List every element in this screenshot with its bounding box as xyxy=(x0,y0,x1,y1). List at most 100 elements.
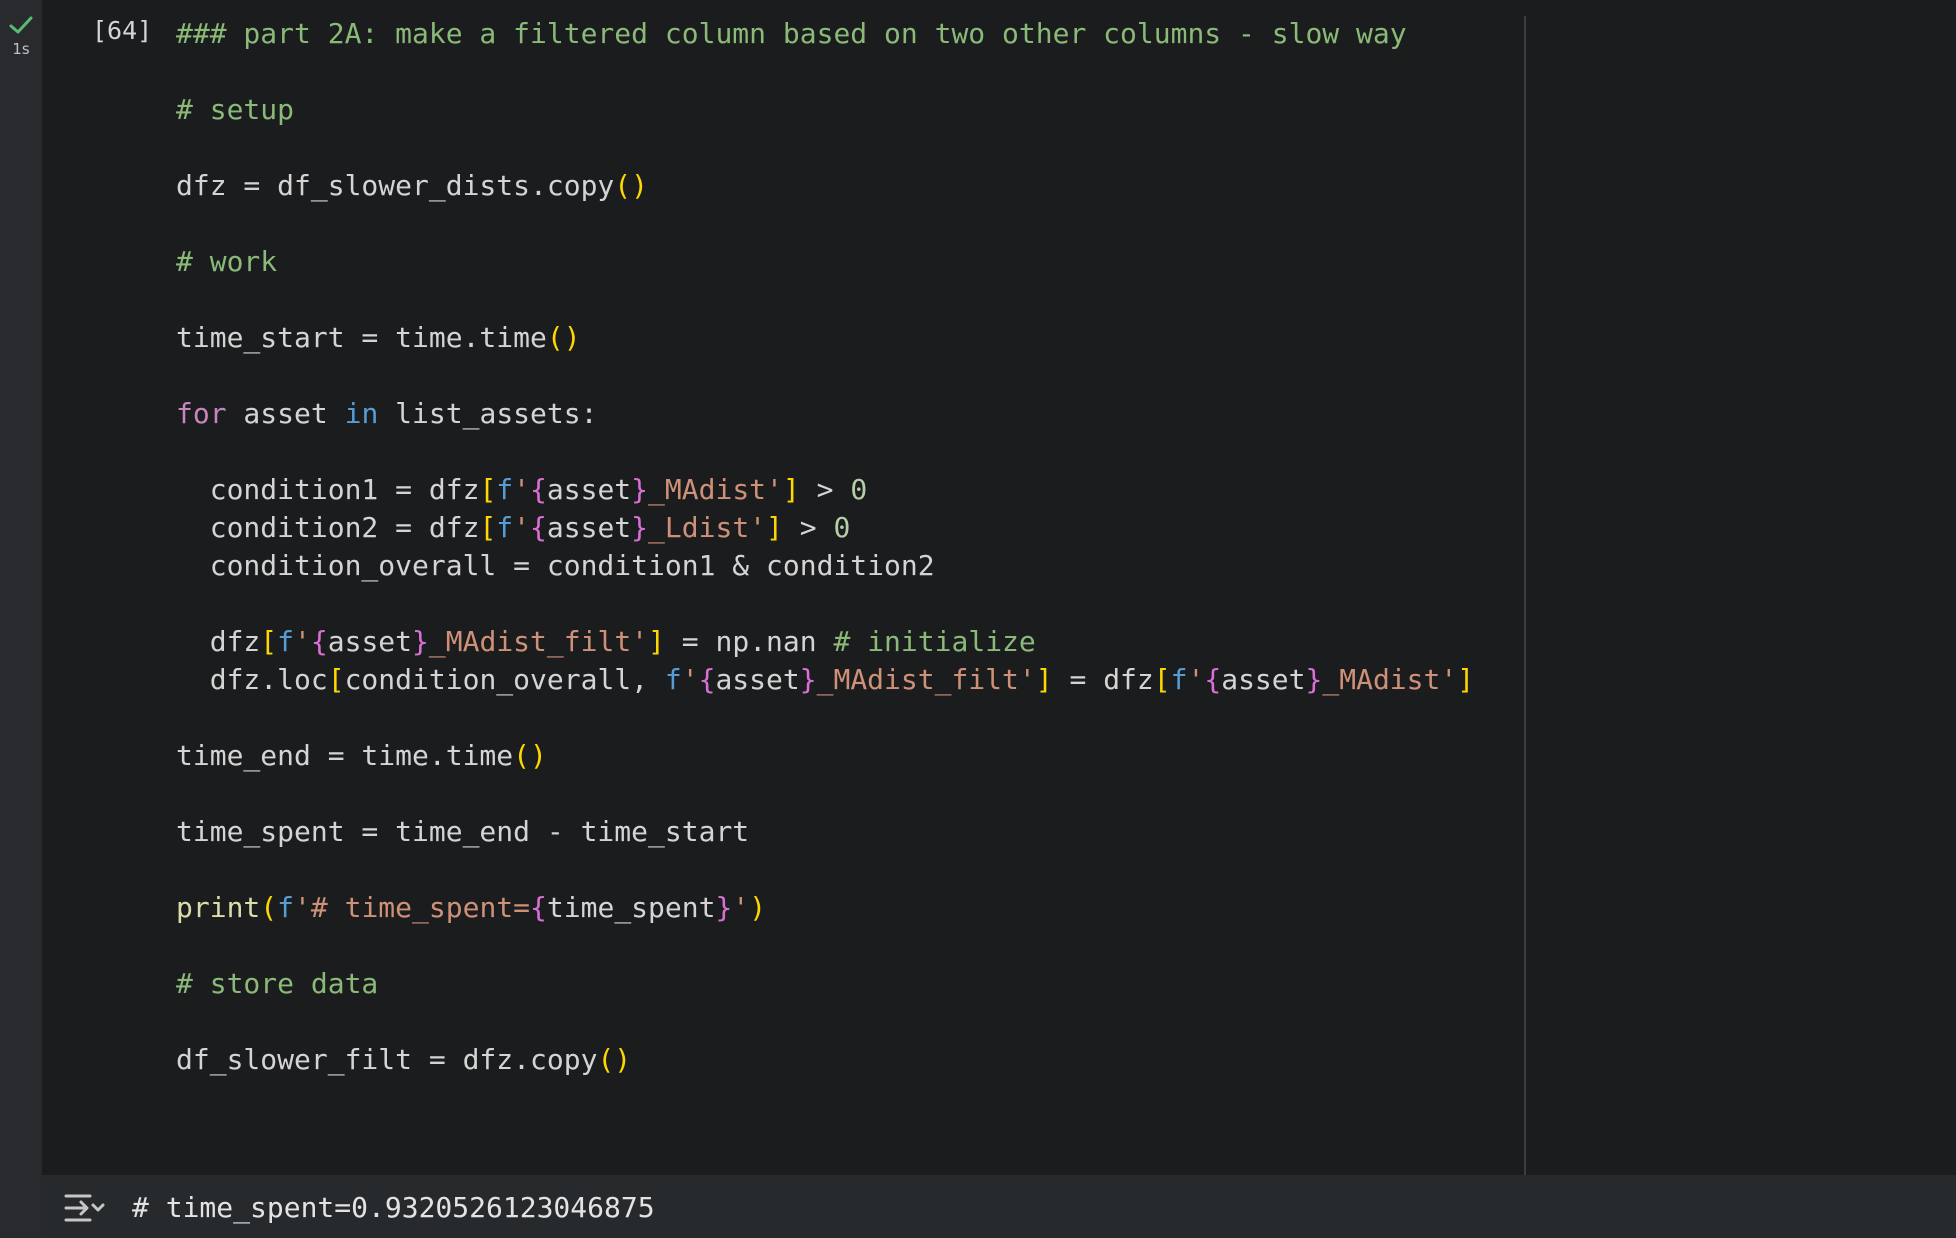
code-token: } xyxy=(412,625,429,658)
code-token: in xyxy=(344,397,379,430)
code-line[interactable]: df_slower_filt = dfz.copy() xyxy=(176,1041,1474,1079)
code-token: f xyxy=(277,891,295,924)
code-token: dfz = df_slower_dists.copy xyxy=(176,169,615,202)
code-token: _Ldist' xyxy=(648,511,767,544)
cell-gutter: 1s xyxy=(0,0,42,1238)
code-token: { xyxy=(530,473,547,506)
code-token: () xyxy=(614,169,649,202)
code-token: ( xyxy=(260,891,278,924)
code-token: { xyxy=(1204,663,1222,696)
code-line[interactable] xyxy=(176,585,1474,623)
code-token: ] xyxy=(782,473,800,506)
code-token: } xyxy=(715,891,733,924)
code-token: > xyxy=(799,473,851,506)
code-line[interactable]: condition_overall = condition1 & conditi… xyxy=(176,547,1474,585)
code-line[interactable]: # store data xyxy=(176,965,1474,1003)
code-token: '# time_spent= xyxy=(294,891,531,924)
code-token: ' xyxy=(513,511,531,544)
code-token: = np.nan xyxy=(664,625,834,658)
code-line[interactable] xyxy=(176,927,1474,965)
code-token: dfz xyxy=(176,625,261,658)
code-token: asset xyxy=(546,511,632,544)
code-token: ] xyxy=(766,511,783,544)
code-line[interactable]: dfz = df_slower_dists.copy() xyxy=(176,167,1474,205)
code-token: [ xyxy=(260,625,278,658)
code-token: time_spent = time_end - time_start xyxy=(176,815,750,848)
code-line[interactable] xyxy=(176,281,1474,319)
code-token: ' xyxy=(681,663,699,696)
code-token: ' xyxy=(294,625,311,658)
code-token: { xyxy=(530,511,547,544)
code-token: ' xyxy=(513,473,531,506)
code-line[interactable]: # work xyxy=(176,243,1474,281)
code-token: { xyxy=(698,663,716,696)
code-token: ) xyxy=(749,891,767,924)
code-token: () xyxy=(546,321,581,354)
execution-count: [64] xyxy=(92,16,153,45)
code-token: asset xyxy=(226,397,345,430)
code-line[interactable] xyxy=(176,205,1474,243)
code-token: for xyxy=(176,397,227,430)
code-line[interactable]: dfz[f'{asset}_MAdist_filt'] = np.nan # i… xyxy=(176,623,1474,661)
code-line[interactable]: condition1 = dfz[f'{asset}_MAdist'] > 0 xyxy=(176,471,1474,509)
code-token: # work xyxy=(176,245,278,278)
code-line[interactable]: time_spent = time_end - time_start xyxy=(176,813,1474,851)
code-line[interactable]: condition2 = dfz[f'{asset}_Ldist'] > 0 xyxy=(176,509,1474,547)
code-line[interactable]: dfz.loc[condition_overall, f'{asset}_MAd… xyxy=(176,661,1474,699)
code-token: asset xyxy=(546,473,632,506)
output-toggle-icon[interactable] xyxy=(62,1190,106,1226)
code-token: asset xyxy=(327,625,413,658)
code-token: [ xyxy=(327,663,345,696)
code-token: [ xyxy=(479,511,497,544)
code-token: df_slower_filt = dfz.copy xyxy=(176,1043,598,1076)
code-token: 0 xyxy=(833,511,851,544)
code-line[interactable]: time_start = time.time() xyxy=(176,319,1474,357)
code-token: condition1 = dfz xyxy=(176,473,480,506)
code-token: time_start = time.time xyxy=(176,321,547,354)
code-token: condition_overall = condition1 & conditi… xyxy=(176,549,935,582)
cell-output: # time_spent=0.9320526123046875 xyxy=(42,1175,1956,1238)
code-line[interactable] xyxy=(176,129,1474,167)
code-line[interactable]: print(f'# time_spent={time_spent}') xyxy=(176,889,1474,927)
code-line[interactable]: for asset in list_assets: xyxy=(176,395,1474,433)
code-token: _MAdist_filt' xyxy=(428,625,649,658)
code-token: ] xyxy=(1457,663,1475,696)
code-line[interactable] xyxy=(176,357,1474,395)
code-token: { xyxy=(530,891,547,924)
code-line[interactable] xyxy=(176,775,1474,813)
code-token: # initialize xyxy=(833,625,1036,658)
code-token: f xyxy=(496,511,514,544)
code-token: time_end = time.time xyxy=(176,739,514,772)
code-token: time_spent xyxy=(546,891,716,924)
code-line[interactable] xyxy=(176,851,1474,889)
code-token: condition_overall, xyxy=(344,663,665,696)
code-token: f xyxy=(1170,663,1188,696)
output-text: # time_spent=0.9320526123046875 xyxy=(132,1191,655,1224)
code-token: asset xyxy=(715,663,800,696)
code-line[interactable]: ### part 2A: make a filtered column base… xyxy=(176,15,1474,53)
code-token: f xyxy=(664,663,682,696)
code-token: } xyxy=(631,511,649,544)
code-token: condition2 = dfz xyxy=(176,511,480,544)
execution-time: 1s xyxy=(12,40,30,58)
code-token: () xyxy=(513,739,547,772)
code-token: print xyxy=(176,891,261,924)
code-line[interactable] xyxy=(176,53,1474,91)
code-cell-editor[interactable]: [64] ### part 2A: make a filtered column… xyxy=(42,0,1956,1175)
code-line[interactable]: time_end = time.time() xyxy=(176,737,1474,775)
code-token: _MAdist_filt' xyxy=(816,663,1036,696)
code-token: _MAdist' xyxy=(648,473,783,506)
code-line[interactable]: # setup xyxy=(176,91,1474,129)
code-token: () xyxy=(597,1043,632,1076)
code-line[interactable] xyxy=(176,1003,1474,1041)
code-token: list_assets: xyxy=(378,397,598,430)
code-token: [ xyxy=(1153,663,1171,696)
code-line[interactable] xyxy=(176,433,1474,471)
code-line[interactable] xyxy=(176,699,1474,737)
code-area[interactable]: ### part 2A: make a filtered column base… xyxy=(176,15,1474,1079)
code-token: } xyxy=(631,473,649,506)
code-token: 0 xyxy=(850,473,868,506)
code-token: dfz.loc xyxy=(176,663,328,696)
code-token: } xyxy=(799,663,817,696)
code-token: ' xyxy=(732,891,750,924)
